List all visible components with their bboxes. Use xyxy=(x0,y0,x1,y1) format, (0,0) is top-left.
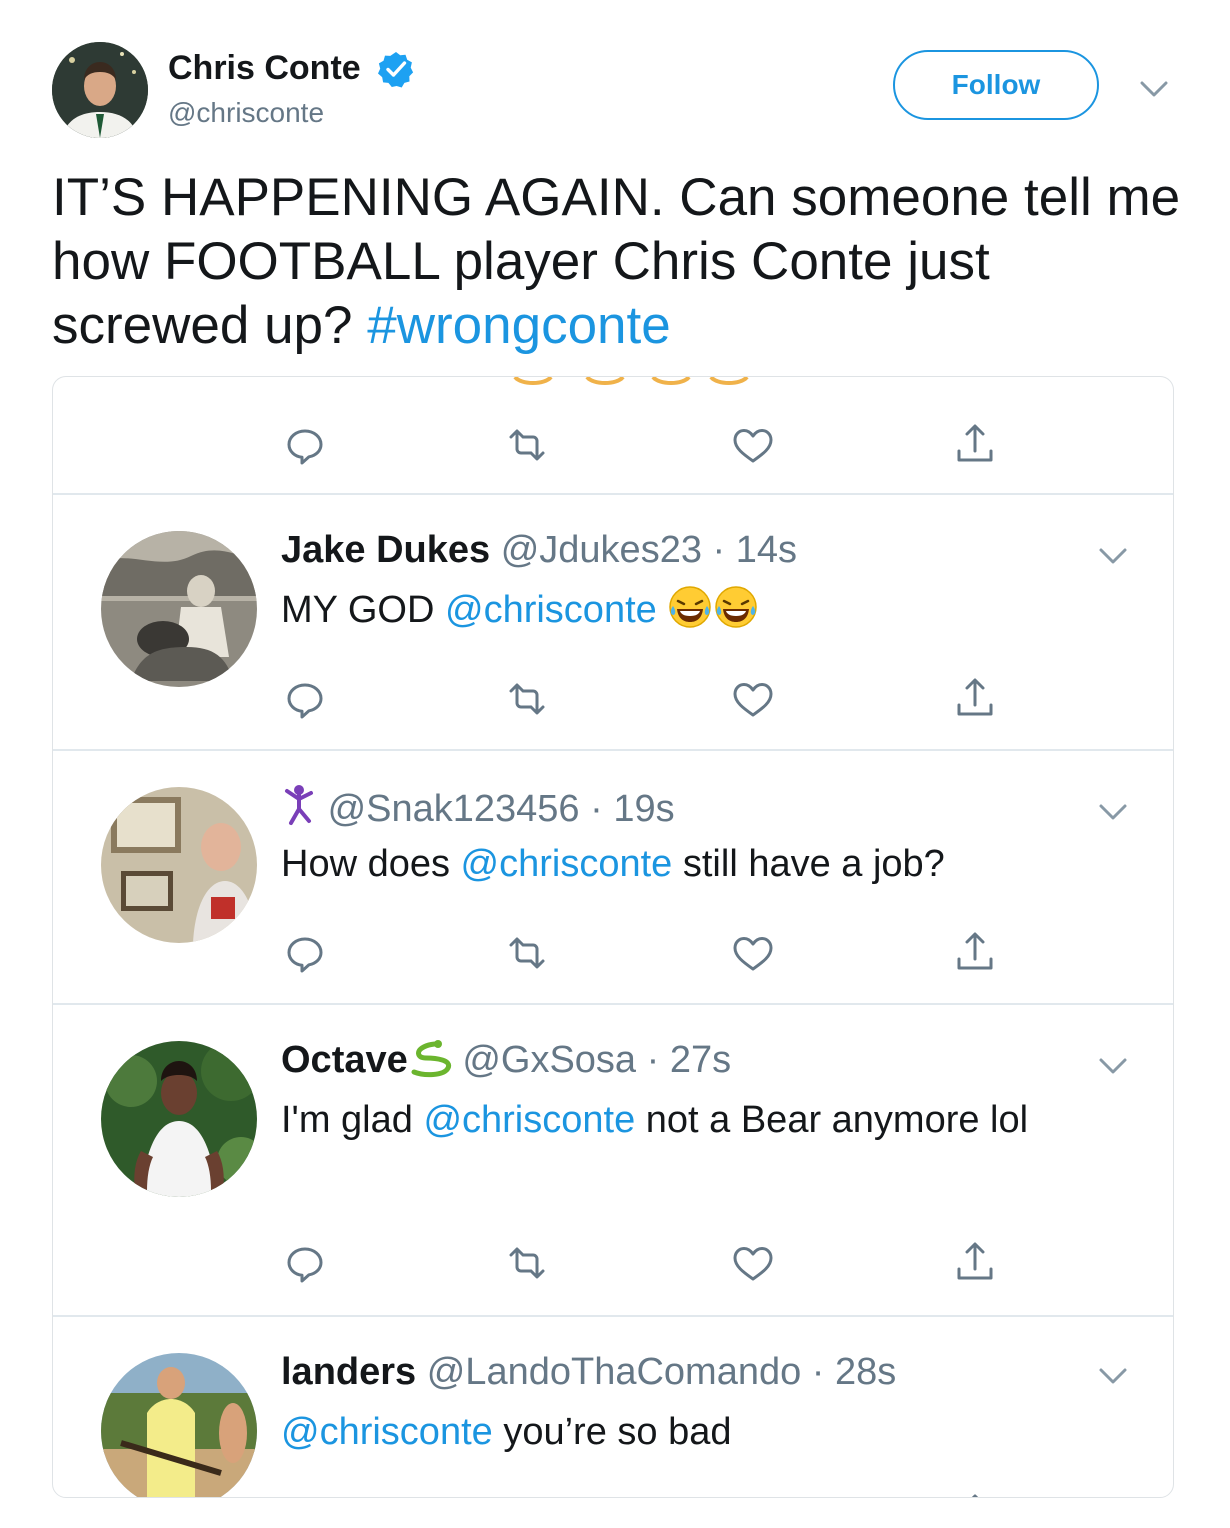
retweet-icon[interactable] xyxy=(499,417,555,473)
separator-dot: · xyxy=(636,1039,670,1081)
cropped-emoji-row xyxy=(513,377,749,385)
avatar[interactable] xyxy=(101,1353,257,1497)
retweet-icon[interactable] xyxy=(499,1235,555,1291)
chevron-down-icon[interactable] xyxy=(1097,1365,1129,1387)
mention-link[interactable]: @chrisconte xyxy=(281,1411,493,1453)
reply-author-name[interactable]: Octave xyxy=(281,1039,408,1081)
reply-text-before: MY GOD xyxy=(281,589,445,631)
snake-emoji-icon xyxy=(411,1040,451,1078)
heart-icon[interactable] xyxy=(725,671,781,727)
heart-icon[interactable] xyxy=(725,1487,781,1497)
chevron-down-icon[interactable] xyxy=(1097,801,1129,823)
divider xyxy=(53,1315,1173,1317)
heart-icon[interactable] xyxy=(725,417,781,473)
reply-text-before: How does xyxy=(281,843,461,885)
divider xyxy=(53,749,1173,751)
embedded-screenshot: Jake Dukes @Jdukes23 · 14s MY GOD @chris… xyxy=(52,376,1174,1498)
hashtag-link[interactable]: #wrongconte xyxy=(367,296,670,355)
reply-text: How does @chrisconte still have a job? xyxy=(281,835,1141,893)
retweet-icon[interactable] xyxy=(499,671,555,727)
reply-header: Octave @GxSosa · 27s xyxy=(281,1037,731,1083)
mention-link[interactable]: @chrisconte xyxy=(461,843,673,885)
follow-button[interactable]: Follow xyxy=(893,50,1099,120)
reply-time[interactable]: 19s xyxy=(613,788,674,830)
mention-link[interactable]: @chrisconte xyxy=(445,589,657,631)
avatar[interactable] xyxy=(101,787,257,943)
reply-handle[interactable]: @GxSosa xyxy=(462,1039,636,1081)
reply-header: landers @LandoThaComando · 28s xyxy=(281,1349,896,1395)
share-icon[interactable] xyxy=(947,1235,1003,1291)
share-icon[interactable] xyxy=(947,1487,1003,1497)
reply-time[interactable]: 27s xyxy=(670,1039,731,1081)
reply-actions xyxy=(53,671,1173,727)
reply-handle[interactable]: @Jdukes23 xyxy=(501,529,702,571)
reply-actions xyxy=(53,925,1173,981)
author-handle[interactable]: @chrisconte xyxy=(168,96,324,130)
reply-actions xyxy=(53,1235,1173,1291)
reply-time[interactable]: 28s xyxy=(835,1351,896,1393)
verified-badge-icon xyxy=(377,50,415,88)
reply-handle[interactable]: @LandoThaComando xyxy=(427,1351,802,1393)
reply-icon[interactable] xyxy=(277,417,333,473)
author-avatar[interactable] xyxy=(52,42,148,138)
chevron-down-icon[interactable] xyxy=(1138,78,1170,102)
separator-dot: · xyxy=(801,1351,836,1393)
dancer-emoji-icon xyxy=(285,785,313,825)
avatar[interactable] xyxy=(101,531,257,687)
reply-author-name[interactable]: landers xyxy=(281,1351,416,1393)
separator-dot: · xyxy=(579,788,614,830)
reply-header: @Snak123456 · 19s xyxy=(281,783,675,832)
heart-icon[interactable] xyxy=(725,925,781,981)
reply-icon[interactable] xyxy=(277,925,333,981)
reply-actions-cropped xyxy=(53,1487,1173,1497)
reply-icon[interactable] xyxy=(277,1487,333,1497)
reply-text-after: not a Bear anymore lol xyxy=(635,1099,1029,1141)
divider xyxy=(53,1003,1173,1005)
share-icon[interactable] xyxy=(947,417,1003,473)
reply-handle[interactable]: @Snak123456 xyxy=(328,788,580,830)
reply-text-after: you’re so bad xyxy=(492,1411,732,1453)
chevron-down-icon[interactable] xyxy=(1097,545,1129,567)
laughing-emoji-icon xyxy=(715,585,758,629)
share-icon[interactable] xyxy=(947,671,1003,727)
retweet-icon[interactable] xyxy=(499,1487,555,1497)
author-name[interactable]: Chris Conte xyxy=(168,48,361,88)
reply-text: @chrisconte you’re so bad xyxy=(281,1403,1141,1461)
reply-text: MY GOD @chrisconte xyxy=(281,581,1141,639)
reply-text: I'm glad @chrisconte not a Bear anymore … xyxy=(281,1091,1141,1149)
separator-dot: · xyxy=(701,529,736,571)
reply-text-before: I'm glad xyxy=(281,1099,424,1141)
reply-icon[interactable] xyxy=(277,1235,333,1291)
reply-icon[interactable] xyxy=(277,671,333,727)
share-icon[interactable] xyxy=(947,925,1003,981)
laughing-emoji-icon xyxy=(669,585,712,629)
mention-link[interactable]: @chrisconte xyxy=(423,1099,635,1141)
reply-header: Jake Dukes @Jdukes23 · 14s xyxy=(281,527,797,573)
chevron-down-icon[interactable] xyxy=(1097,1055,1129,1077)
reply-time[interactable]: 14s xyxy=(736,529,797,571)
heart-icon[interactable] xyxy=(725,1235,781,1291)
divider xyxy=(53,493,1173,495)
retweet-icon[interactable] xyxy=(499,925,555,981)
reply-text-after: still have a job? xyxy=(672,843,945,885)
tweet-text: IT’S HAPPENING AGAIN. Can someone tell m… xyxy=(52,166,1182,358)
avatar[interactable] xyxy=(101,1041,257,1197)
reply-author-name[interactable]: Jake Dukes xyxy=(281,529,490,571)
tweet-actions xyxy=(53,417,1173,473)
